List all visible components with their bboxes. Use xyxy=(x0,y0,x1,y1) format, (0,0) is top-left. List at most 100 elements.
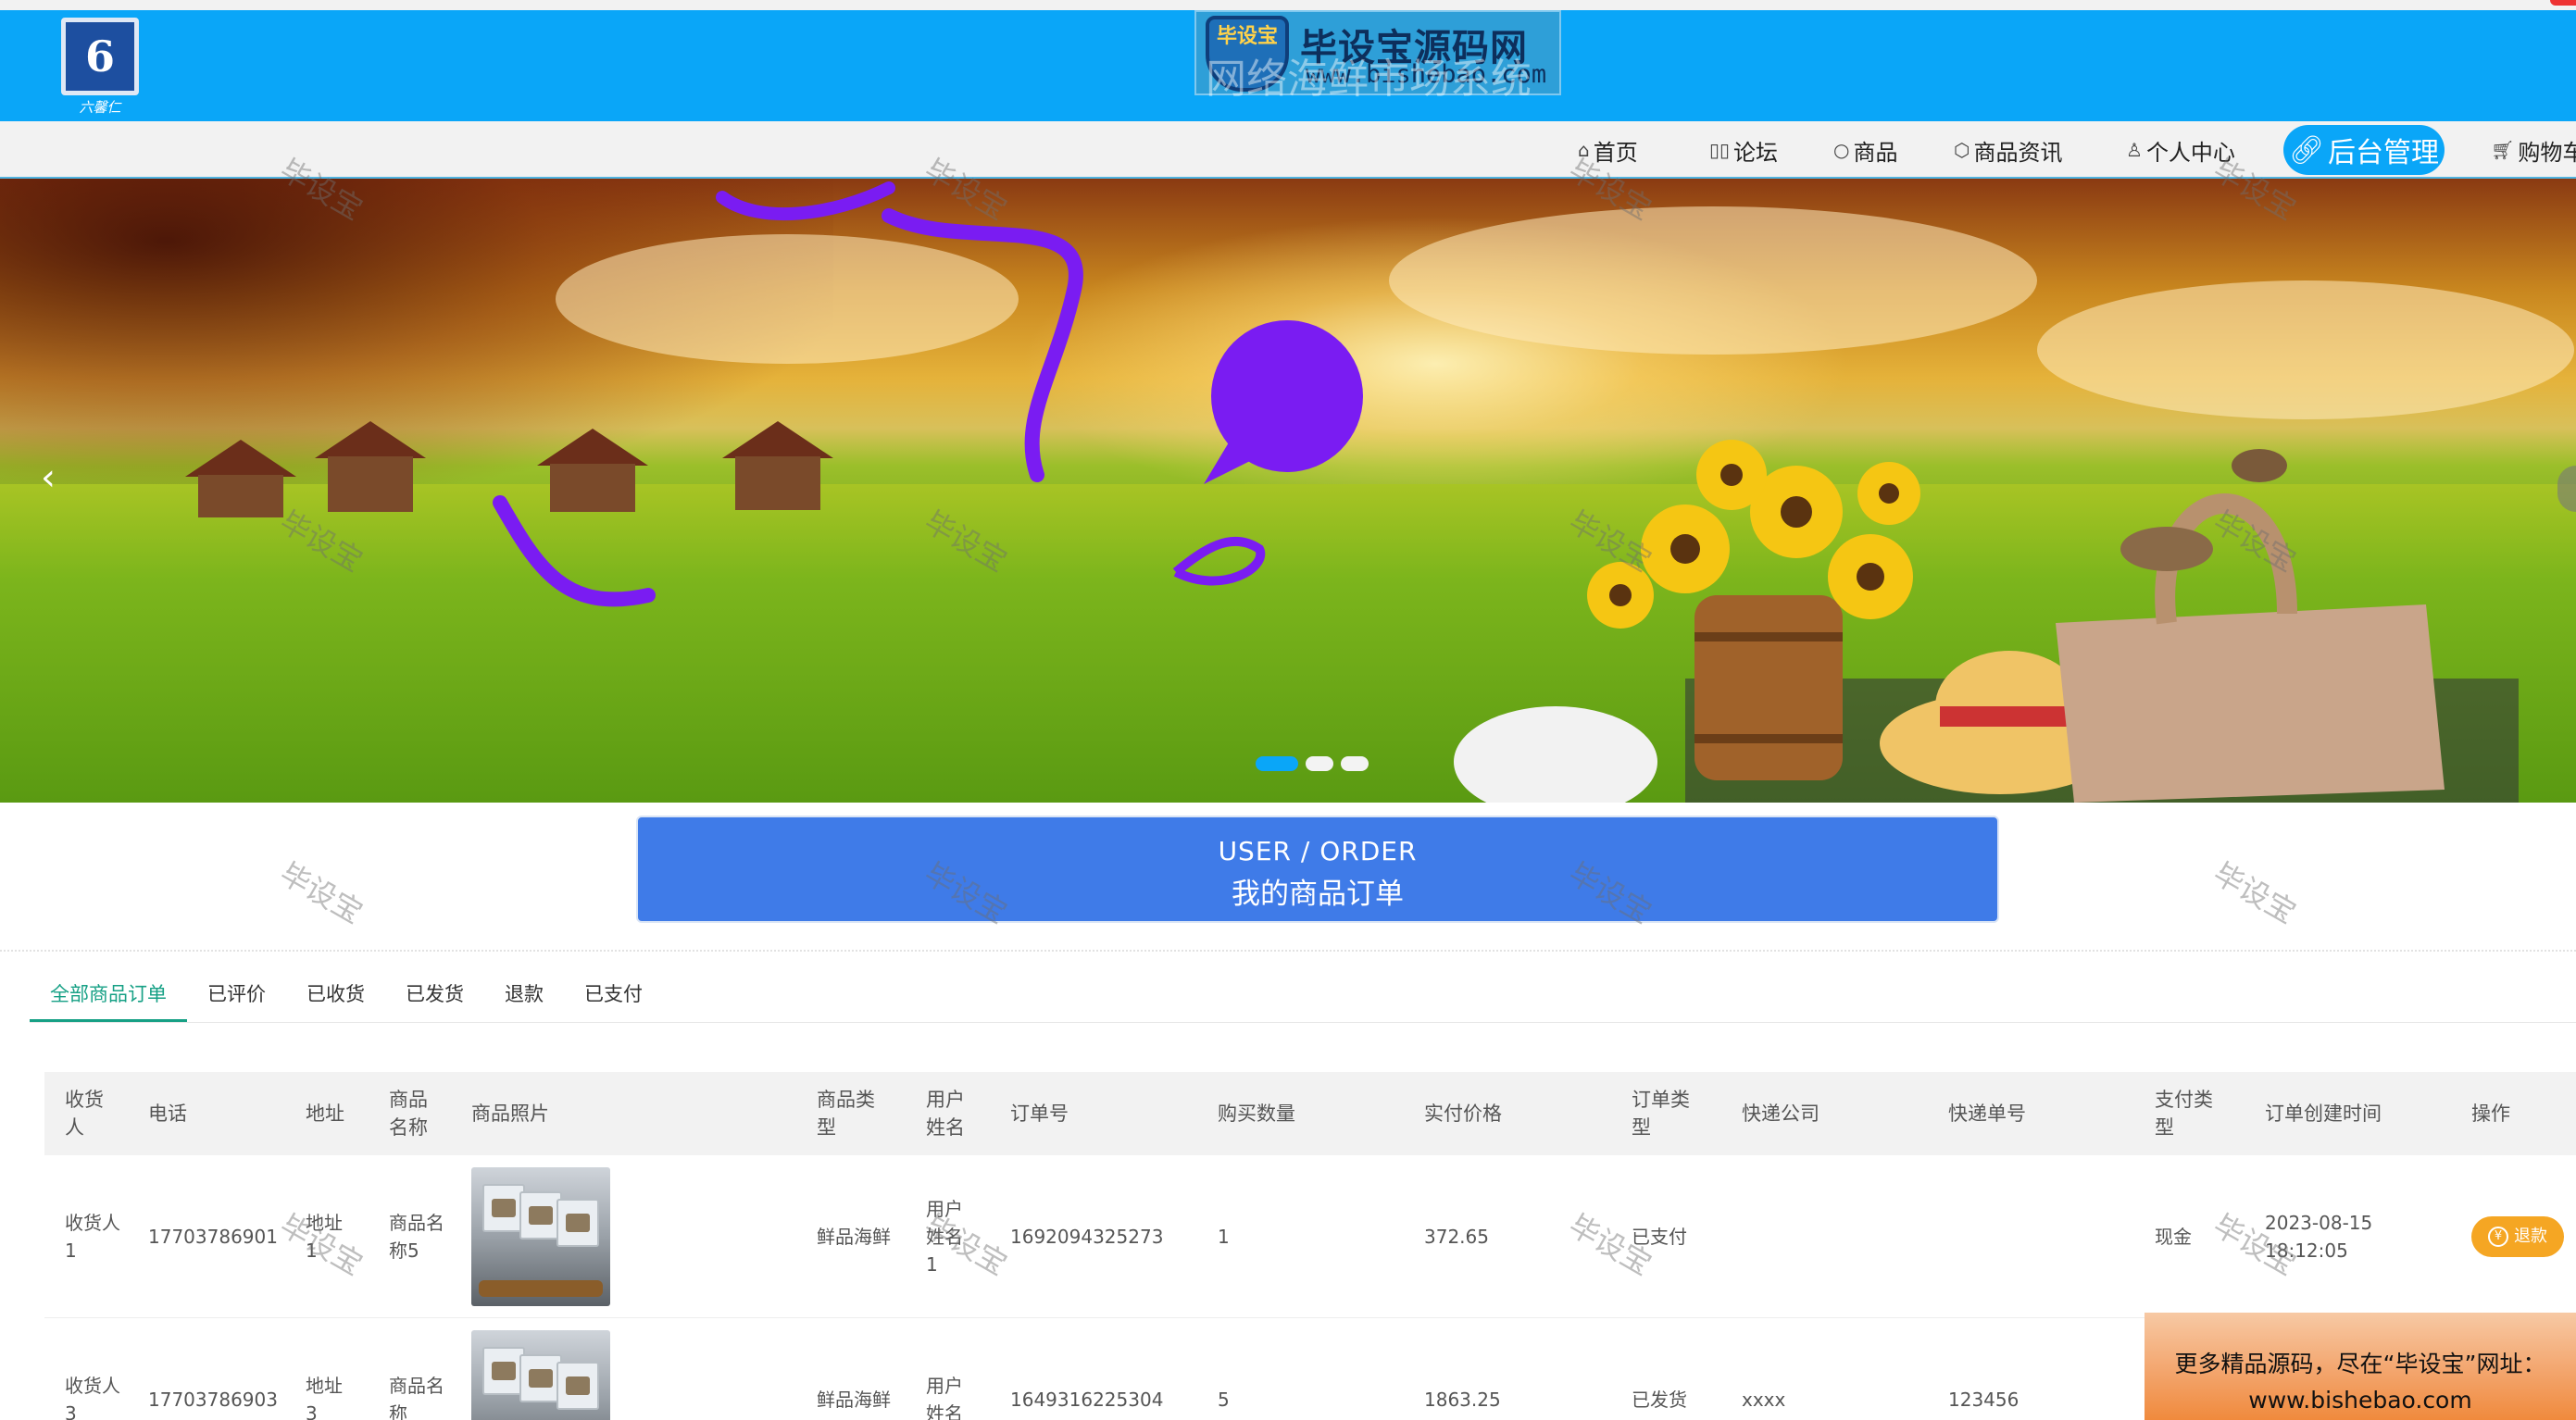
watermark-overlay-text: 网络海鲜市场系统 xyxy=(1206,56,1532,103)
nav-item-cart[interactable]: 🛒︎ 购物车 xyxy=(2491,134,2576,166)
carousel-dot[interactable] xyxy=(1341,756,1369,771)
hero-carousel[interactable]: ‹ xyxy=(0,179,2576,803)
promo-ad-line2: www.bishebao.com xyxy=(2248,1387,2472,1414)
product-photo[interactable] xyxy=(471,1167,610,1306)
cell-product-photo xyxy=(471,1155,619,1318)
cell-pay-type: 现金 xyxy=(2155,1226,2192,1248)
column-header: 订单号 xyxy=(1010,1102,1069,1125)
cell-courier: xxxx xyxy=(1742,1389,1786,1411)
yen-icon: ¥ xyxy=(2488,1227,2508,1247)
column-header: 操作 xyxy=(2471,1102,2510,1125)
table-header: 收货人 电话 地址 商品名称 商品照片 商品类型 用户姓名 订单号 购买数量 实… xyxy=(44,1072,2576,1155)
house xyxy=(198,475,283,517)
cell-price: 1863.25 xyxy=(1424,1389,1501,1411)
cell-order-no: 1649316225304 xyxy=(1010,1389,1164,1411)
column-header: 支付类型 xyxy=(2155,1089,2213,1139)
logo-subtitle: 六馨仁 xyxy=(79,99,121,116)
nav-item-label: 个人中心 xyxy=(2145,139,2235,166)
house xyxy=(328,456,413,512)
cart-icon: 🛒︎ xyxy=(2491,139,2515,161)
order-title-en: USER / ORDER xyxy=(1218,836,1418,866)
home-icon: ⌂ xyxy=(1578,139,1590,161)
nav-item-profile[interactable]: ♙ 个人中心 xyxy=(2126,134,2235,166)
nav-item-home[interactable]: ⌂ 首页 xyxy=(1578,134,1638,166)
section-divider xyxy=(0,950,2576,952)
prev-slide-icon[interactable]: ‹ xyxy=(41,456,56,499)
cell-product-name: 商品名称 xyxy=(389,1375,444,1420)
cell-order-type: 已支付 xyxy=(1632,1226,1687,1248)
column-header: 用户姓名 xyxy=(926,1089,965,1139)
product-photo[interactable] xyxy=(471,1330,610,1420)
column-header: 收货人 xyxy=(65,1089,104,1139)
cell-receiver: 收货人3 xyxy=(65,1375,120,1420)
order-tabs: 全部商品订单 已评价 已收货 已发货 退款 已支付 xyxy=(30,968,663,1024)
tab-all-orders[interactable]: 全部商品订单 xyxy=(30,968,187,1022)
admin-button-label: 后台管理 xyxy=(2328,137,2440,169)
promo-ad-line1: 更多精品源码，尽在“毕设宝”网址： xyxy=(2174,1351,2546,1377)
tab-shipped[interactable]: 已发货 xyxy=(385,968,484,1022)
carousel-dot[interactable] xyxy=(1256,756,1298,771)
cell-address: 地址1 xyxy=(306,1212,343,1262)
site-logo[interactable]: 6 六馨仁 xyxy=(61,18,139,116)
column-header: 地址 xyxy=(306,1102,344,1125)
circle-icon: ○ xyxy=(1833,139,1850,161)
cell-action: ¥ 退款 xyxy=(2471,1155,2573,1318)
watermark-text: 毕设宝 xyxy=(2207,855,2303,931)
column-header: 快递单号 xyxy=(1948,1102,2026,1125)
cell-quantity: 1 xyxy=(1218,1226,1230,1248)
cell-quantity: 5 xyxy=(1218,1389,1230,1411)
tab-received[interactable]: 已收货 xyxy=(286,968,385,1022)
cell-receiver: 收货人1 xyxy=(65,1212,120,1262)
nav-item-label: 论坛 xyxy=(1733,139,1779,166)
cell-address: 地址3 xyxy=(306,1375,343,1420)
nav-item-news[interactable]: ⬡ 商品资讯 xyxy=(1954,134,2062,166)
cell-product-type: 鲜品海鲜 xyxy=(817,1389,891,1411)
link-icon: 🔗︎ xyxy=(2288,133,2325,167)
cell-product-photo xyxy=(471,1318,619,1420)
cell-created: 2023-08-15 18:12:05 xyxy=(2265,1212,2373,1262)
corner-mark xyxy=(2550,0,2576,6)
order-title-cn: 我的商品订单 xyxy=(1232,878,1404,911)
admin-button[interactable]: 🔗︎ 后台管理 xyxy=(2283,125,2445,175)
column-header: 订单类型 xyxy=(1632,1089,1690,1139)
cell-product-type: 鲜品海鲜 xyxy=(817,1226,891,1248)
top-strip xyxy=(0,0,2576,10)
nav-item-label: 首页 xyxy=(1593,139,1638,166)
column-header: 商品名称 xyxy=(389,1089,428,1139)
refund-button[interactable]: ¥ 退款 xyxy=(2471,1216,2564,1257)
promo-ad[interactable]: 更多精品源码，尽在“毕设宝”网址： www.bishebao.com xyxy=(2145,1313,2576,1420)
column-header: 实付价格 xyxy=(1424,1102,1502,1125)
nav-item-products[interactable]: ○ 商品 xyxy=(1833,134,1897,166)
cell-order-type: 已发货 xyxy=(1632,1389,1687,1411)
logo-badge: 6 xyxy=(61,18,139,95)
column-header: 电话 xyxy=(148,1102,187,1125)
order-section-title: USER / ORDER 我的商品订单 xyxy=(636,816,1999,923)
user-icon: ♙ xyxy=(2126,139,2143,161)
page-root: { "header": { "logo_text": "6", "logo_su… xyxy=(0,0,2576,1420)
package xyxy=(556,1199,599,1247)
watermark-text: 毕设宝 xyxy=(273,855,369,931)
cell-courier xyxy=(1742,1155,1853,1318)
tray xyxy=(479,1280,603,1297)
cube-icon: ⬡ xyxy=(1954,139,1970,161)
table-row: 收货人1 17703786901 地址1 商品名称5 鲜品海鲜 用户姓名1 16… xyxy=(44,1155,2576,1318)
nav-item-forum[interactable]: ▯▯ 论坛 xyxy=(1709,134,1778,166)
cell-phone: 17703786901 xyxy=(148,1226,278,1248)
carousel-dot[interactable] xyxy=(1306,756,1333,771)
cell-price: 372.65 xyxy=(1424,1226,1489,1248)
column-header: 商品照片 xyxy=(471,1102,549,1125)
package xyxy=(556,1362,599,1410)
column-header: 快递公司 xyxy=(1742,1102,1819,1125)
nav-item-label: 商品资讯 xyxy=(1973,139,2063,166)
picnic-scene xyxy=(1454,440,2519,803)
cell-tracking-no xyxy=(1948,1155,2059,1318)
decorative-ribbon xyxy=(493,181,1363,607)
cloud xyxy=(1389,206,2037,355)
tab-paid[interactable]: 已支付 xyxy=(564,968,663,1022)
tab-reviewed[interactable]: 已评价 xyxy=(187,968,286,1022)
watermark-banner: 毕设宝 毕设宝源码网 www.bishebao.com 网络海鲜市场系统 xyxy=(1194,10,1561,103)
nav-item-label: 商品 xyxy=(1853,139,1898,166)
refund-button-label: 退款 xyxy=(2514,1227,2547,1246)
main-nav: ⌂ 首页 ▯▯ 论坛 ○ 商品 ⬡ 商品资讯 ♙ 个人中心 🔗︎ 后台管理 🛒︎ 购物车 xyxy=(0,121,2576,179)
tab-refund[interactable]: 退款 xyxy=(484,968,564,1022)
